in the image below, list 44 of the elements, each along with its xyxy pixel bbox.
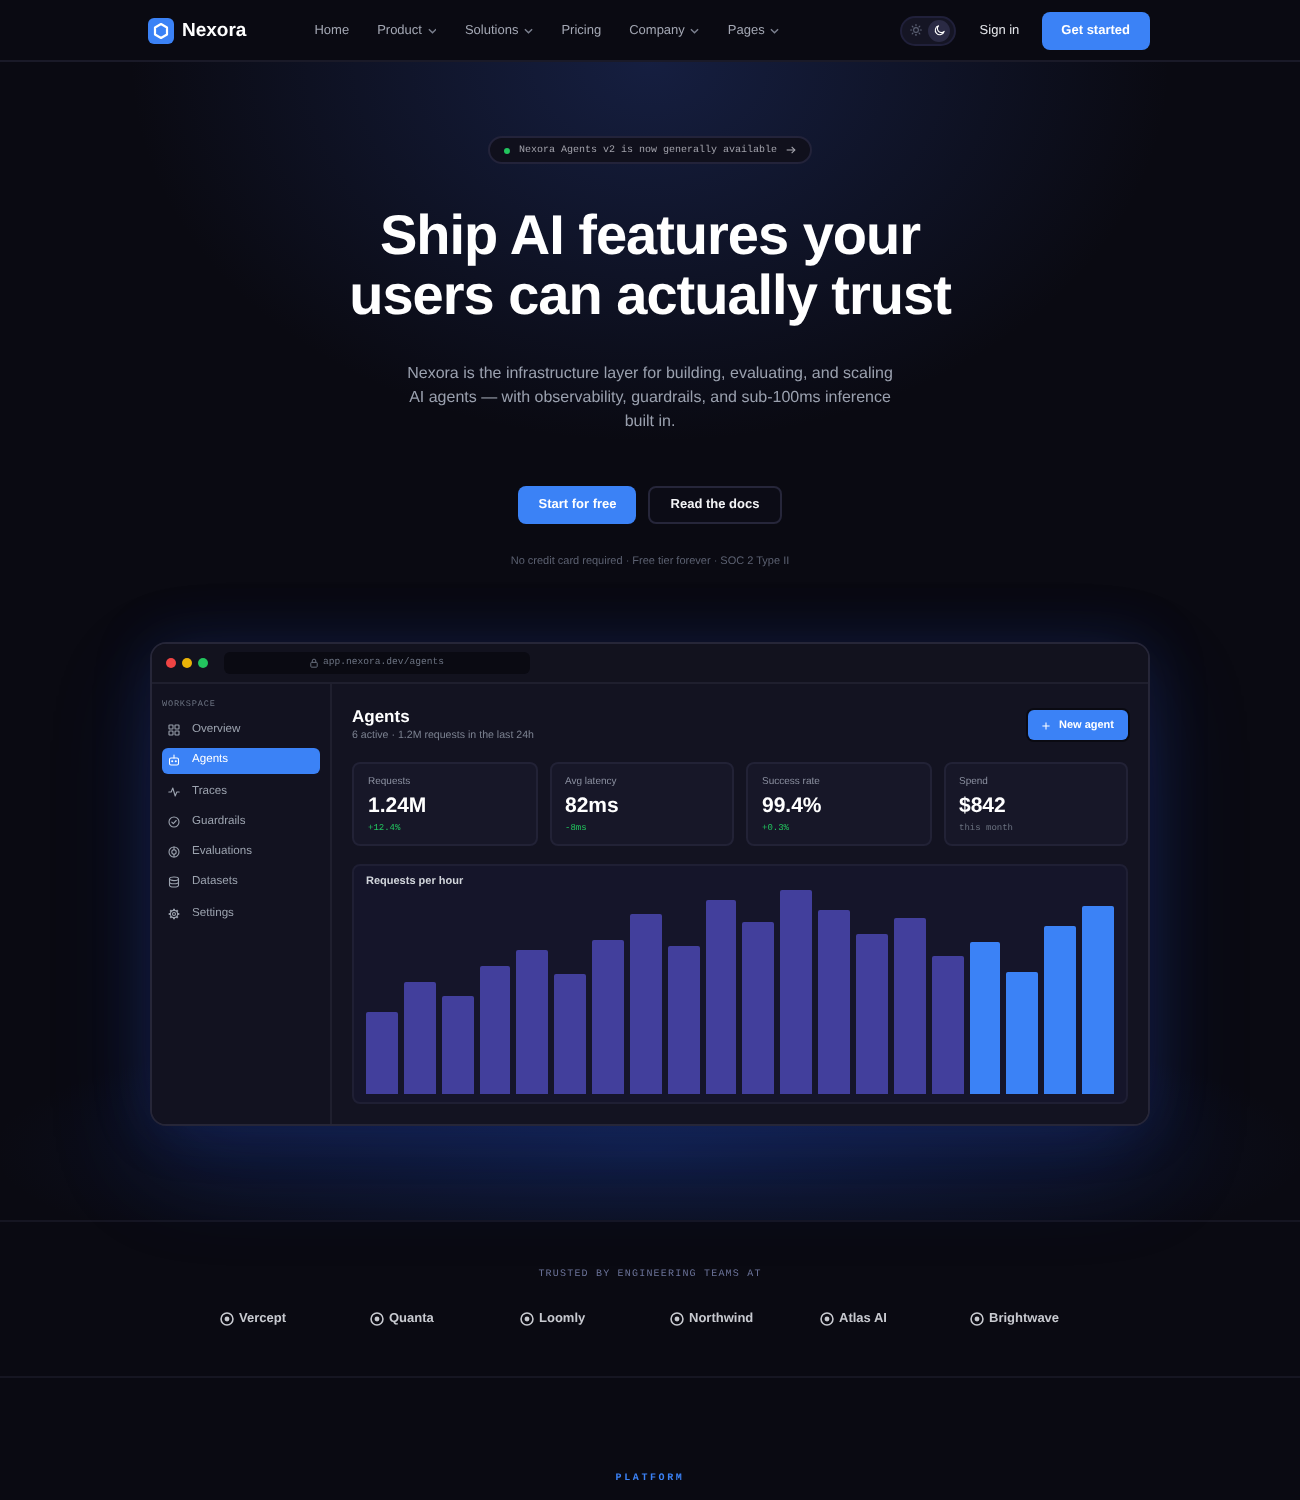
chart-bar xyxy=(554,974,587,1094)
page-title: Agents xyxy=(352,706,412,728)
chart-bar xyxy=(403,982,436,1094)
window-close-dot-icon xyxy=(166,658,176,668)
robot-icon xyxy=(168,754,180,767)
stat-value: 1.24M xyxy=(368,794,429,818)
lock-icon xyxy=(310,658,319,668)
caret-icon xyxy=(690,27,700,33)
target-icon xyxy=(168,846,180,859)
stat-value: $842 xyxy=(959,794,1008,818)
plus-icon xyxy=(1042,721,1051,729)
theme-option[interactable] xyxy=(928,19,951,41)
status-dot-icon xyxy=(504,147,511,153)
hexagon-logo-icon xyxy=(148,17,174,43)
window-maximize-dot-icon xyxy=(198,658,208,668)
stat-value: 99.4% xyxy=(762,794,824,818)
chart-bar xyxy=(931,956,963,1094)
gear-icon xyxy=(168,907,180,920)
brand-name: Nexora xyxy=(182,19,247,41)
circle-dot-icon xyxy=(220,1312,234,1326)
circle-dot-icon xyxy=(370,1312,384,1326)
circle-dot-icon xyxy=(970,1312,984,1326)
chart-bar xyxy=(1006,972,1039,1094)
chart-bar xyxy=(516,950,549,1094)
pulse-icon xyxy=(168,785,180,798)
chart-bar xyxy=(479,966,511,1094)
window-minimize-dot-icon xyxy=(182,658,192,668)
database-icon xyxy=(168,876,180,889)
hero-description: Nexora is the infrastructure layer for building, evaluating, and scaling AI agents — with observability, guardrails, and sub-100ms inference built in. xyxy=(405,362,895,434)
circle-dot-icon xyxy=(670,1312,684,1326)
circle-dot-icon xyxy=(820,1312,834,1326)
moon-icon xyxy=(933,24,946,36)
circle-dot-icon xyxy=(520,1312,534,1326)
chart-bar xyxy=(366,1012,398,1094)
caret-icon xyxy=(427,27,437,33)
caret-icon xyxy=(770,27,780,33)
chart-bar xyxy=(441,996,474,1094)
sun-icon xyxy=(909,24,922,36)
hero-title: Ship AI features your users can actually trust xyxy=(347,206,954,326)
stat-value: 82ms xyxy=(565,794,621,818)
arrow-right-icon xyxy=(785,146,796,154)
check-circle-icon xyxy=(168,815,180,828)
grid-icon xyxy=(168,724,180,736)
caret-icon xyxy=(524,27,534,33)
